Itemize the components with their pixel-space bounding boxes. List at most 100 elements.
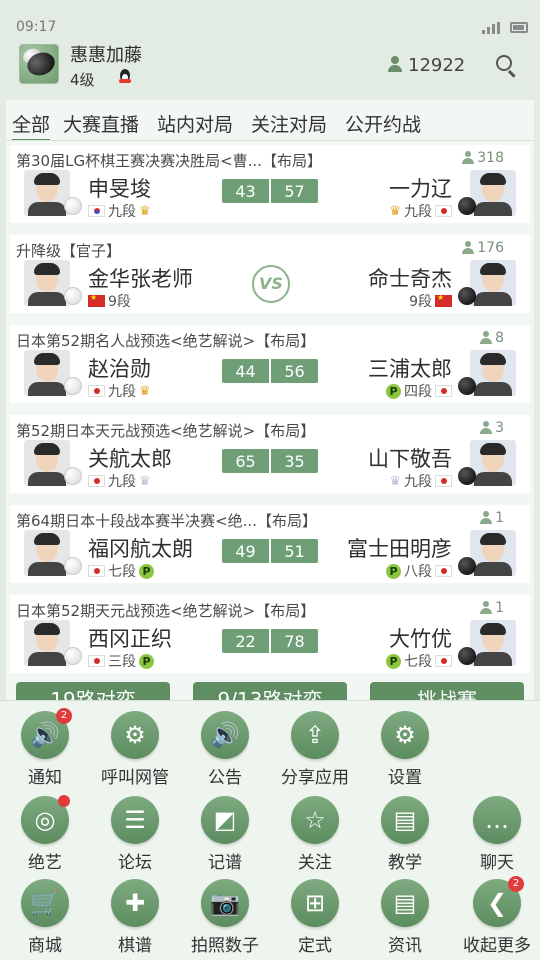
tab-followed-games[interactable]: 关注对局 [251,110,327,137]
menu-item-label: 定式 [298,936,332,956]
status-time: 09:17 [16,19,57,35]
menu-item[interactable]: ⚙ 呼叫网管 [90,711,180,788]
record-icon: ◩ [201,796,249,844]
menu-item[interactable]: ◩ 记谱 [180,796,270,873]
menu-item[interactable]: ✚ 棋谱 [90,879,180,956]
menu-item[interactable]: ❮ 2 收起更多 [452,876,540,956]
win-rate-bar: 49 51 [222,539,318,563]
share-icon: ⇪ [291,711,339,759]
player-info: P 四段 [386,381,452,400]
white-stone-icon [64,467,82,485]
player-avatar [470,170,516,216]
menu-item[interactable]: 📷 拍照数子 [180,879,270,956]
player-avatar [24,620,70,666]
pro-badge-icon: P [386,653,401,669]
menu-item-label: 拍照数子 [191,936,259,956]
menu-item-label: 分享应用 [281,768,349,788]
flag-icon [435,205,452,217]
player-info: 9段 [406,291,452,310]
menu-item[interactable]: … 聊天 [452,796,540,873]
menu-item-label: 呼叫网管 [101,768,169,788]
left-win-rate: 49 [235,542,256,561]
match-card[interactable]: 第30届LG杯棋王赛决赛决胜局<曹...【布局】 318 申旻埈 九段 ♛ 43 … [10,145,530,223]
white-stone-icon [64,377,82,395]
menu-item[interactable]: ⊞ 定式 [270,879,360,956]
search-icon[interactable] [496,55,518,78]
grid-icon: ⊞ [291,879,339,927]
match-title: 第52期日本天元战预选<绝艺解说>【布局】 [16,422,316,440]
player-rank: 9段 [409,294,432,310]
online-count: 12922 [408,55,466,76]
menu-item[interactable]: ☆ 关注 [270,796,360,873]
right-win-rate: 51 [284,542,305,561]
book-icon: ▤ [381,796,429,844]
player-name: 福冈航太朗 [88,537,193,561]
username[interactable]: 惠惠加藤 [70,41,142,67]
player-info: 九段 ♛ [88,471,151,490]
cart-icon: 🛒 [21,879,69,927]
match-title: 日本第52期名人战预选<绝艺解说>【布局】 [16,332,316,350]
viewer-icon [480,601,493,615]
match-card[interactable]: 第52期日本天元战预选<绝艺解说>【布局】 3 关航太郎 九段 ♛ 65 35 山… [10,415,530,493]
match-card[interactable]: 第64期日本十段战本赛半决赛<绝...【布局】 1 福冈航太朗 七段 P 49 5… [10,505,530,583]
viewer-count-value: 318 [477,150,504,166]
menu-item[interactable]: ⇪ 分享应用 [270,711,360,788]
match-list-panel: 全部 大赛直播 站内对局 关注对局 公开约战 第30届LG杯棋王赛决赛决胜局<曹… [6,100,534,700]
match-card[interactable]: 日本第52期名人战预选<绝艺解说>【布局】 8 赵治勋 九段 ♛ 44 56 三浦… [10,325,530,403]
player-name: 西冈正织 [88,627,172,651]
menu-item[interactable]: 🔊 2 通知 [0,708,90,788]
viewer-count: 318 [462,150,504,166]
black-stone-icon [458,647,476,665]
tab-site-games[interactable]: 站内对局 [157,110,233,137]
crown-icon: ♛ [139,473,151,489]
player-name: 一力辽 [389,177,452,201]
menu-item[interactable]: ☰ 论坛 [90,796,180,873]
flag-icon [88,385,105,397]
viewer-icon [480,331,493,345]
menu-item[interactable]: ⚙ 设置 [360,711,450,788]
tab-tournament-live[interactable]: 大赛直播 [63,110,139,137]
player-avatar [470,530,516,576]
menu-item[interactable]: 🔊 公告 [180,711,270,788]
player-name: 命士奇杰 [368,267,452,291]
match-title: 升降级【官子】 [16,242,122,260]
white-stone-icon [64,647,82,665]
player-rank: 9段 [108,294,131,310]
right-win-rate: 57 [284,182,305,201]
player-rank: 四段 [404,384,432,400]
white-stone-icon [64,197,82,215]
pro-badge-icon: P [386,563,401,579]
tab-open-challenges[interactable]: 公开约战 [345,110,421,137]
match-title: 第64期日本十段战本赛半决赛<绝...【布局】 [16,512,317,530]
menu-item[interactable]: 🛒 商城 [0,879,90,956]
status-bar: 09:17 [0,0,540,35]
player-avatar [470,440,516,486]
match-card[interactable]: 日本第52期天元战预选<绝艺解说>【布局】 1 西冈正织 三段 P 22 78 大… [10,595,530,673]
player-avatar [470,350,516,396]
gear-icon: ⚙ [381,711,429,759]
speaker-icon: 🔊 [201,711,249,759]
player-info: ♛ 九段 [389,471,452,490]
player-rank: 九段 [108,204,136,220]
viewer-count-value: 1 [495,600,504,616]
signal-icon [482,22,500,34]
win-rate-bar: 44 56 [222,359,318,383]
player-avatar [24,530,70,576]
qq-icon [118,69,132,85]
avatar[interactable] [19,44,59,84]
tab-divider [6,140,534,141]
menu-item[interactable]: ▤ 教学 [360,796,450,873]
menu-item[interactable]: ▤ 资讯 [360,879,450,956]
menu-item-label: 教学 [388,853,422,873]
tab-all[interactable]: 全部 [12,110,51,141]
black-stone-icon [458,377,476,395]
player-rank: 八段 [404,564,432,580]
player-name: 赵治勋 [88,357,151,381]
menu-item[interactable]: ◎ 绝艺 [0,795,90,873]
menu-item-label: 设置 [388,768,422,788]
player-avatar [470,620,516,666]
match-card[interactable]: 升降级【官子】 176 金华张老师 9段 VS 命士奇杰 9段 [10,235,530,313]
flag-icon [435,565,452,577]
speaker-icon: 🔊 2 [21,708,72,759]
player-info: P 八段 [386,561,452,580]
